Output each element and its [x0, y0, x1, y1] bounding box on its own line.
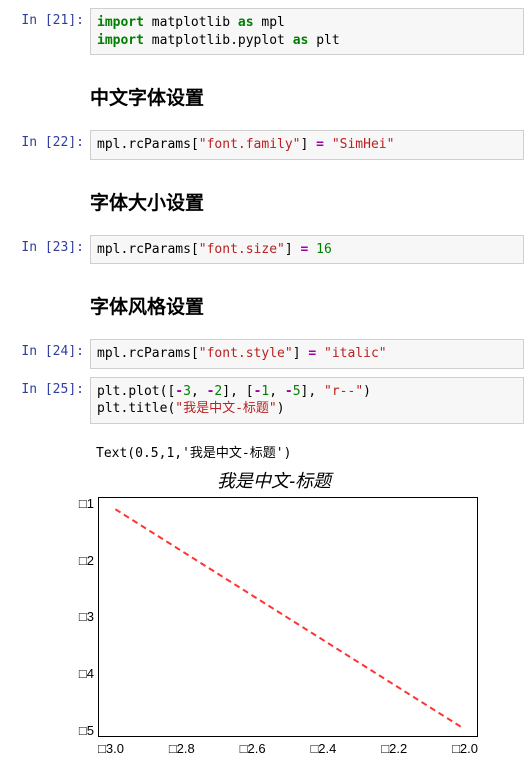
xtick-label: □2.0 — [452, 741, 478, 756]
input-cell-24: In [24]: mpl.rcParams["font.style"] = "i… — [8, 339, 524, 369]
ytick-label: □3 — [64, 610, 94, 623]
x-axis-ticks: □3.0 □2.8 □2.6 □2.4 □2.2 □2.0 — [98, 737, 478, 756]
ytick-label: □1 — [64, 497, 94, 510]
input-cell-23: In [23]: mpl.rcParams["font.size"] = 16 — [8, 235, 524, 265]
ytick-label: □5 — [64, 724, 94, 737]
heading-font-style: 字体风格设置 — [90, 292, 524, 319]
chart-title: 我是中文-标题 — [64, 467, 484, 493]
code-input[interactable]: plt.plot([-3, -2], [-1, -5], "r--") plt.… — [90, 377, 524, 424]
code-input[interactable]: mpl.rcParams["font.style"] = "italic" — [90, 339, 524, 369]
code-input[interactable]: mpl.rcParams["font.family"] = "SimHei" — [90, 130, 524, 160]
xtick-label: □2.4 — [310, 741, 336, 756]
xtick-label: □2.2 — [381, 741, 407, 756]
line-series-0 — [115, 508, 462, 727]
code-input[interactable]: mpl.rcParams["font.size"] = 16 — [90, 235, 524, 265]
input-cell-22: In [22]: mpl.rcParams["font.family"] = "… — [8, 130, 524, 160]
xtick-label: □2.8 — [169, 741, 195, 756]
xtick-label: □3.0 — [98, 741, 124, 756]
xtick-label: □2.6 — [240, 741, 266, 756]
plot-area — [98, 497, 478, 737]
input-prompt: In [24]: — [8, 339, 90, 359]
input-prompt: In [22]: — [8, 130, 90, 150]
matplotlib-figure: 我是中文-标题 □1 □2 □3 □4 □5 □3.0 □2.8 □2.6 □2… — [64, 467, 484, 756]
code-input[interactable]: import matplotlib as mpl import matplotl… — [90, 8, 524, 55]
input-prompt: In [25]: — [8, 377, 90, 397]
ytick-label: □4 — [64, 667, 94, 680]
ytick-label: □2 — [64, 554, 94, 567]
heading-font-size: 字体大小设置 — [90, 188, 524, 215]
input-cell-25: In [25]: plt.plot([-3, -2], [-1, -5], "r… — [8, 377, 524, 424]
input-cell-21: In [21]: import matplotlib as mpl import… — [8, 8, 524, 55]
output-text: Text(0.5,1,'我是中文-标题') — [90, 432, 524, 467]
heading-font-family: 中文字体设置 — [90, 83, 524, 110]
y-axis-ticks: □1 □2 □3 □4 □5 — [64, 497, 98, 737]
input-prompt: In [23]: — [8, 235, 90, 255]
input-prompt: In [21]: — [8, 8, 90, 28]
